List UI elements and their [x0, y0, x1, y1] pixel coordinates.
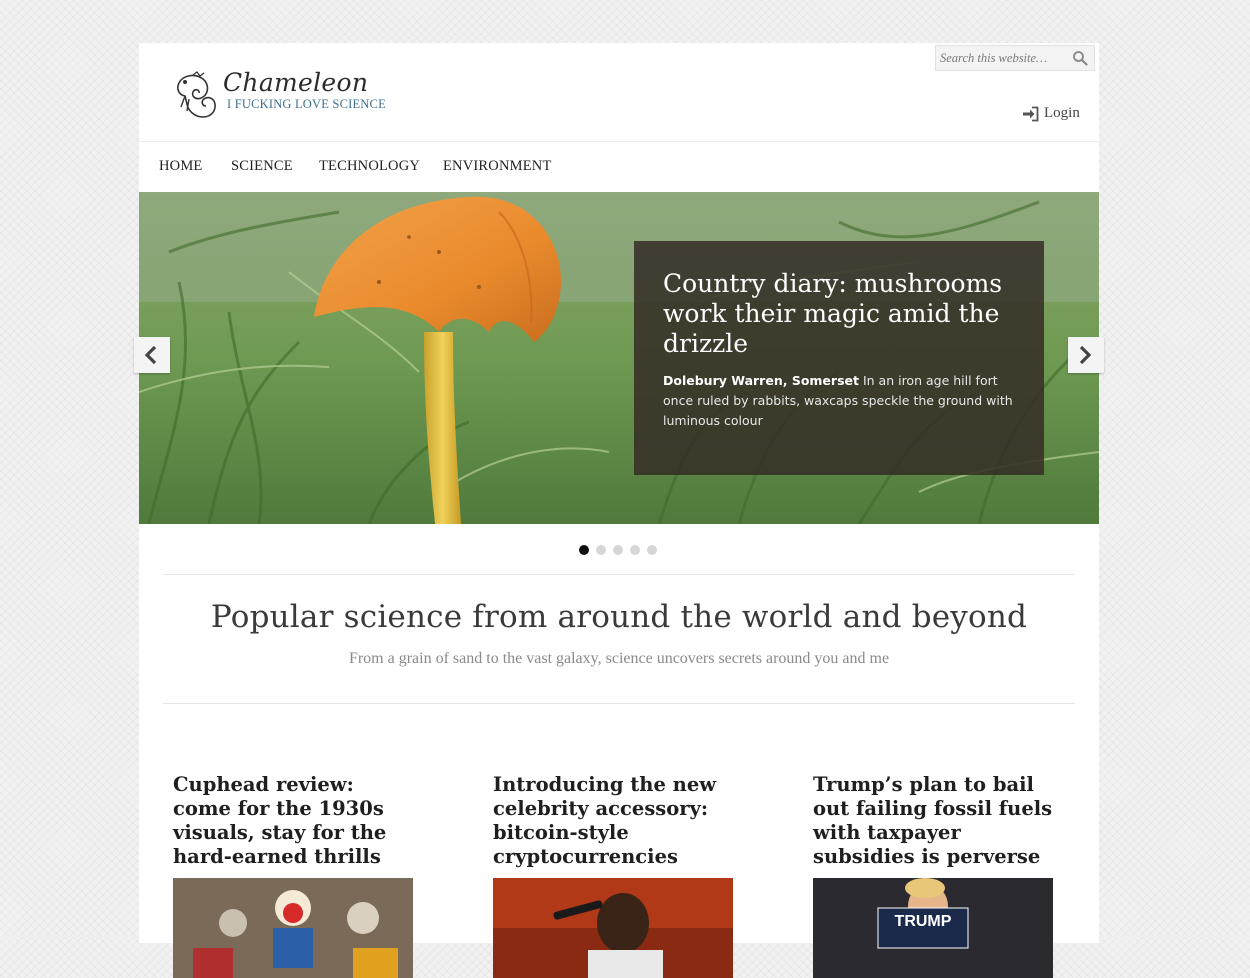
chevron-right-icon [1079, 345, 1092, 365]
slide-excerpt: Dolebury Warren, Somerset In an iron age… [663, 371, 1016, 431]
nav-item-technology[interactable]: TECHNOLOGY [319, 158, 420, 175]
intro-subheading: From a grain of sand to the vast galaxy,… [348, 650, 890, 667]
post-thumbnail[interactable] [173, 878, 413, 978]
slide-location: Dolebury Warren, Somerset [663, 373, 859, 388]
site-header: Chameleon I FUCKING LOVE SCIENCE Login [139, 43, 1099, 142]
post-title[interactable]: Introducing the new celebrity accessory:… [493, 773, 733, 869]
slide-caption: Country diary: mushrooms work their magi… [634, 241, 1044, 475]
search-input[interactable] [940, 49, 1066, 67]
slide-title[interactable]: Country diary: mushrooms work their magi… [663, 269, 1016, 359]
rapper-thumbnail-image [493, 878, 733, 978]
login-link[interactable]: Login [1022, 105, 1080, 122]
site-tagline: I FUCKING LOVE SCIENCE [227, 97, 386, 111]
divider-bottom [163, 703, 1075, 704]
login-label: Login [1044, 105, 1080, 121]
nav-item-environment[interactable]: ENVIRONMENT [443, 158, 552, 175]
rally-sign-text: TRUMP [895, 913, 952, 930]
featured-slider: Country diary: mushrooms work their magi… [139, 192, 1099, 524]
search-icon[interactable] [1072, 50, 1088, 66]
slider-dot-4[interactable] [630, 545, 640, 555]
intro-heading: Popular science from around the world an… [210, 599, 1028, 635]
nav-item-home[interactable]: HOME [159, 158, 203, 175]
slider-pagination [579, 545, 657, 555]
trump-rally-thumbnail-image: TRUMP [813, 878, 1053, 978]
slider-dot-1[interactable] [579, 545, 589, 555]
page-container: Chameleon I FUCKING LOVE SCIENCE Login H… [134, 43, 1104, 978]
cuphead-thumbnail-image [173, 878, 413, 978]
post-title[interactable]: Cuphead review: come for the 1930s visua… [173, 773, 413, 869]
post-card: Trump’s plan to bail out failing fossil … [813, 773, 1053, 978]
slider-dot-3[interactable] [613, 545, 623, 555]
nav-item-science[interactable]: SCIENCE [231, 158, 293, 175]
post-card: Cuphead review: come for the 1930s visua… [173, 773, 413, 978]
slider-next-button[interactable] [1068, 337, 1104, 373]
post-card: Introducing the new celebrity accessory:… [493, 773, 733, 978]
post-title[interactable]: Trump’s plan to bail out failing fossil … [813, 773, 1053, 869]
post-thumbnail[interactable] [493, 878, 733, 978]
slider-dot-5[interactable] [647, 545, 657, 555]
main-nav: HOME SCIENCE TECHNOLOGY ENVIRONMENT [139, 142, 1099, 192]
slider-dot-2[interactable] [596, 545, 606, 555]
chameleon-logo-icon[interactable] [173, 69, 217, 121]
chevron-left-icon [144, 345, 157, 365]
slider-prev-button[interactable] [134, 337, 170, 373]
sign-in-icon [1023, 106, 1039, 121]
post-thumbnail[interactable]: TRUMP [813, 878, 1053, 978]
search-box [935, 45, 1095, 71]
site-title[interactable]: Chameleon [223, 68, 368, 97]
divider-top [163, 574, 1075, 575]
